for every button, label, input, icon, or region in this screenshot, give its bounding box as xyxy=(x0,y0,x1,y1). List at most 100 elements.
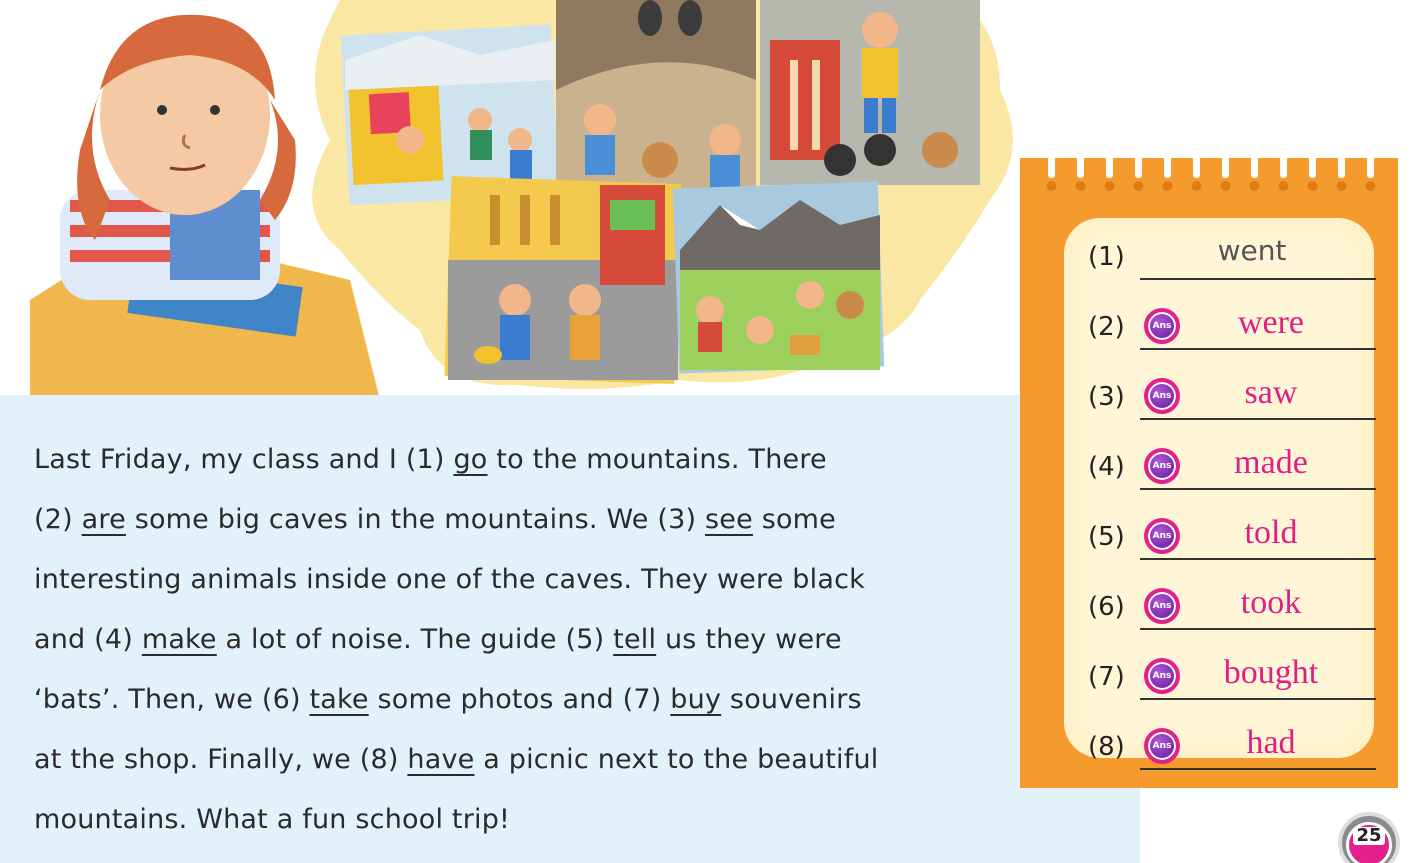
answer-row: (7) Ans bought xyxy=(1088,654,1376,704)
answer-text: saw xyxy=(1244,374,1298,411)
answer-number: (7) xyxy=(1088,662,1125,692)
stopwatch-icon: 25 xyxy=(1346,822,1392,863)
answer-underline xyxy=(1140,278,1376,280)
answer-text: made xyxy=(1234,444,1308,481)
photo-cave xyxy=(556,0,756,200)
passage-line: and (4) make a lot of noise. The guide (… xyxy=(34,610,1024,670)
show-answer-icon[interactable]: Ans xyxy=(1144,728,1180,764)
answer-text: took xyxy=(1240,584,1302,621)
passage-text-segment: (2) xyxy=(34,504,82,535)
spiral-hole xyxy=(1191,181,1202,191)
answer-text: told xyxy=(1244,514,1298,551)
answer-row: (5) Ans told xyxy=(1088,514,1376,564)
spiral-ring xyxy=(1077,148,1084,178)
spiral-ring xyxy=(1106,148,1113,178)
passage-text-segment: some big caves in the mountains. We (3) xyxy=(125,504,706,535)
passage-text: Last Friday, my class and I (1) go to th… xyxy=(34,430,1024,850)
answer-row: (3) Ans saw xyxy=(1088,374,1376,424)
show-answer-icon[interactable]: Ans xyxy=(1144,448,1180,484)
spiral-binding-icon xyxy=(1046,148,1376,191)
spiral-ring xyxy=(1309,148,1316,178)
answer-number: (8) xyxy=(1088,732,1125,762)
spiral-hole xyxy=(1162,181,1173,191)
underlined-verb: buy xyxy=(670,684,722,715)
spiral-hole xyxy=(1365,181,1376,191)
photo-bus xyxy=(340,24,560,206)
underlined-verb: have xyxy=(407,744,475,775)
answer-text: had xyxy=(1246,724,1296,761)
passage-line: (2) are some big caves in the mountains.… xyxy=(34,490,1024,550)
answer-row: (4) Ans made xyxy=(1088,444,1376,494)
spiral-hole xyxy=(1075,181,1086,191)
underlined-verb: make xyxy=(141,624,217,655)
passage-line: ‘bats’. Then, we (6) take some photos an… xyxy=(34,670,1024,730)
spiral-ring xyxy=(1048,148,1055,178)
spiral-hole xyxy=(1104,181,1115,191)
underlined-verb: go xyxy=(453,444,488,475)
answer-text: were xyxy=(1237,304,1305,341)
answer-underline xyxy=(1140,418,1376,420)
spiral-ring xyxy=(1367,148,1374,178)
passage-text-segment: some photos and (7) xyxy=(368,684,671,715)
passage-text-segment: ‘bats’. Then, we (6) xyxy=(34,684,310,715)
answer-number: (1) xyxy=(1088,242,1125,272)
spiral-ring xyxy=(1135,148,1142,178)
answer-text: went xyxy=(1217,234,1287,267)
passage-line: Last Friday, my class and I (1) go to th… xyxy=(34,430,1024,490)
answer-underline xyxy=(1140,558,1376,560)
answer-text: bought xyxy=(1223,654,1319,691)
answer-number: (3) xyxy=(1088,382,1125,412)
passage-text-segment: Last Friday, my class and I (1) xyxy=(34,444,454,475)
answer-underline xyxy=(1140,628,1376,630)
spiral-ring xyxy=(1193,148,1200,178)
passage-text-segment: souvenirs xyxy=(721,684,862,715)
underlined-verb: take xyxy=(309,684,369,715)
passage-text-segment: mountains. What a fun school trip! xyxy=(34,804,511,835)
passage-text-segment: at the shop. Finally, we (8) xyxy=(34,744,408,775)
passage-text-segment: interesting animals inside one of the ca… xyxy=(34,564,865,595)
show-answer-icon[interactable]: Ans xyxy=(1144,658,1180,694)
photo-shop xyxy=(444,176,682,385)
passage-text-segment: to the mountains. There xyxy=(487,444,827,475)
illustration xyxy=(0,0,1040,400)
spiral-hole xyxy=(1133,181,1144,191)
answer-underline xyxy=(1140,768,1376,770)
spiral-hole xyxy=(1249,181,1260,191)
underlined-verb: are xyxy=(81,504,126,535)
passage-line: mountains. What a fun school trip! xyxy=(34,790,1024,850)
show-answer-icon[interactable]: Ans xyxy=(1144,308,1180,344)
spiral-hole xyxy=(1046,181,1057,191)
spiral-hole xyxy=(1220,181,1231,191)
passage-text-segment: some xyxy=(752,504,836,535)
passage-line: interesting animals inside one of the ca… xyxy=(34,550,1024,610)
passage-text-segment: a picnic next to the beautiful xyxy=(474,744,879,775)
passage-text-segment: us they were xyxy=(656,624,842,655)
passage-line: at the shop. Finally, we (8) have a picn… xyxy=(34,730,1024,790)
photo-picnic xyxy=(672,181,885,374)
answer-number: (2) xyxy=(1088,312,1125,342)
passage-text-segment: and (4) xyxy=(34,624,142,655)
spiral-hole xyxy=(1307,181,1318,191)
answer-notepad: (1) went (2) Ans were (3) Ans saw (4) Ans made (5) A… xyxy=(1020,140,1410,788)
underlined-verb: see xyxy=(705,504,753,535)
underlined-verb: tell xyxy=(613,624,657,655)
show-answer-icon[interactable]: Ans xyxy=(1144,518,1180,554)
answer-row: (8) Ans had xyxy=(1088,724,1376,774)
show-answer-icon[interactable]: Ans xyxy=(1144,378,1180,414)
spiral-ring xyxy=(1251,148,1258,178)
answer-number: (4) xyxy=(1088,452,1125,482)
answer-underline xyxy=(1140,698,1376,700)
show-answer-icon[interactable]: Ans xyxy=(1144,588,1180,624)
spiral-ring xyxy=(1222,148,1229,178)
page-number-badge: 25 xyxy=(1338,812,1400,863)
answer-row: (2) Ans were xyxy=(1088,304,1376,354)
spiral-hole xyxy=(1278,181,1289,191)
spiral-ring xyxy=(1280,148,1287,178)
spiral-ring xyxy=(1338,148,1345,178)
spiral-hole xyxy=(1336,181,1347,191)
spiral-ring xyxy=(1164,148,1171,178)
answer-row: (6) Ans took xyxy=(1088,584,1376,634)
passage-text-segment: a lot of noise. The guide (5) xyxy=(216,624,614,655)
photo-bridge xyxy=(760,0,980,185)
answer-underline xyxy=(1140,488,1376,490)
